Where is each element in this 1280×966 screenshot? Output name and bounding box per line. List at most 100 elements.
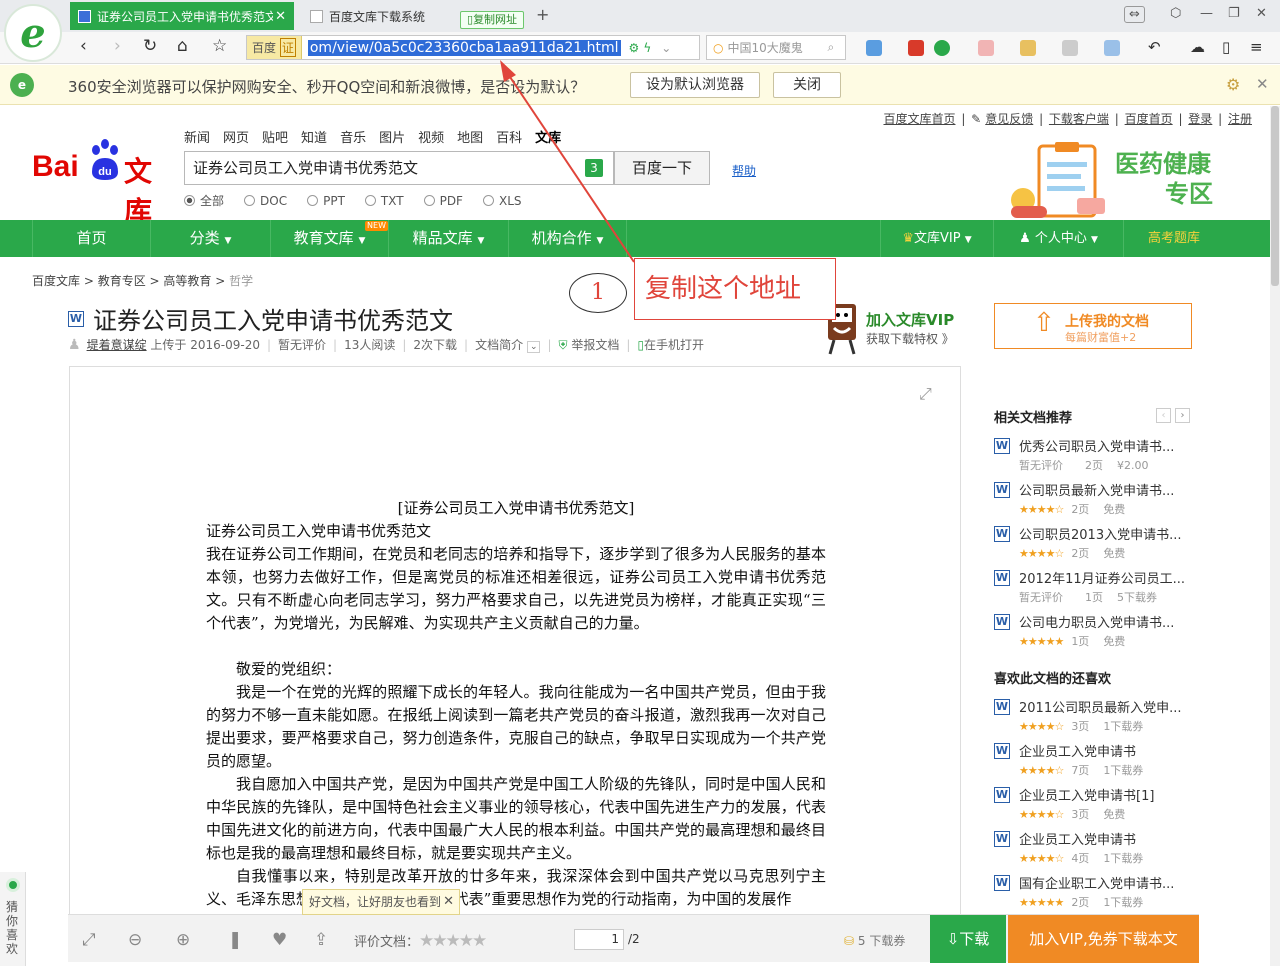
nav-wenku[interactable]: 文库	[535, 131, 561, 146]
link-download-client[interactable]: 下载客户端	[1049, 112, 1109, 126]
nav-home[interactable]: 首页	[32, 220, 151, 257]
page-number-input[interactable]: 1	[574, 929, 624, 950]
link-feedback[interactable]: 意见反馈	[985, 112, 1033, 126]
translate-icon[interactable]	[908, 40, 924, 56]
nav-personal-center[interactable]: ♟ 个人中心 ▼	[994, 220, 1124, 257]
filter-txt[interactable]: TXT	[364, 192, 404, 209]
open-on-mobile-link[interactable]: ▯在手机打开	[637, 336, 704, 353]
heart-icon[interactable]: ♥	[272, 930, 287, 950]
nav-edu-wenku[interactable]: 教育文库 ▼ NEW	[271, 220, 389, 257]
nav-zhidao[interactable]: 知道	[301, 131, 327, 146]
360-browser-logo[interactable]: e	[4, 4, 62, 62]
search-button[interactable]: 百度一下	[614, 151, 710, 185]
doc-title-link[interactable]: 2011公司职员最新入党申...	[1019, 697, 1189, 716]
nav-music[interactable]: 音乐	[340, 131, 366, 146]
bookmark-icon[interactable]: ❚	[228, 930, 242, 950]
filter-pdf[interactable]: PDF	[423, 192, 463, 209]
doc-intro-toggle[interactable]: 文档简介 ⌄	[475, 336, 541, 353]
also-like-item[interactable]: W 企业员工入党申请书[1] ★★★★☆ 3页 免费	[994, 785, 1194, 829]
rating-stars[interactable]: ★★★★★	[419, 931, 487, 951]
close-icon[interactable]: ✕	[1256, 75, 1269, 93]
related-doc-item[interactable]: W 优秀公司职员入党申请书... 暂无评价 2页 ¥2.00	[994, 436, 1194, 480]
home-icon[interactable]: ⌂	[177, 36, 188, 56]
doc-title-link[interactable]: 企业员工入党申请书	[1019, 741, 1189, 760]
chevron-right-icon[interactable]: ›	[1175, 408, 1190, 423]
filter-all[interactable]: 全部	[184, 192, 224, 209]
nav-vip[interactable]: ♛文库VIP ▼	[880, 220, 994, 257]
fullscreen-icon[interactable]: ⤢	[82, 930, 96, 950]
search-tool-icon[interactable]	[1104, 40, 1120, 56]
apps-icon[interactable]	[866, 40, 882, 56]
nav-premium-wenku[interactable]: 精品文库 ▼	[389, 220, 509, 257]
chevron-left-icon[interactable]: ‹	[1156, 408, 1171, 423]
url-text[interactable]: om/view/0a5c0c23360cba1aa911da21.html	[307, 39, 621, 56]
related-doc-item[interactable]: W 公司职员2013入党申请书... ★★★★☆ 2页 免费	[994, 524, 1194, 568]
link-wenku-home[interactable]: 百度文库首页	[883, 112, 955, 126]
set-default-button[interactable]: 设为默认浏览器	[630, 72, 760, 98]
share-icon[interactable]: ⇪	[314, 930, 328, 950]
close-window-icon[interactable]: ✕	[1256, 6, 1267, 21]
skin-icon[interactable]: ⬡	[1170, 6, 1181, 21]
nav-partnership[interactable]: 机构合作 ▼	[509, 220, 627, 257]
doc-title-link[interactable]: 2012年11月证券公司员工...	[1019, 568, 1189, 587]
browser-search-input[interactable]: ○ 中国10大魔鬼 ⌕	[706, 35, 846, 60]
screenshot-icon[interactable]	[1020, 40, 1036, 56]
compat-mode-icon[interactable]: ⇔	[1124, 6, 1145, 23]
refresh-icon[interactable]: ↻	[143, 36, 157, 56]
url-bar[interactable]: 百度 证 om/view/0a5c0c23360cba1aa911da21.ht…	[246, 35, 700, 60]
filter-ppt[interactable]: PPT	[307, 192, 345, 209]
mobile-icon[interactable]: ▯	[1222, 38, 1230, 56]
related-doc-item[interactable]: W 公司职员最新入党申请书... ★★★★☆ 2页 免费	[994, 480, 1194, 524]
close-icon[interactable]: ✕	[275, 9, 286, 24]
minimize-icon[interactable]: —	[1200, 6, 1213, 21]
shield-icon[interactable]	[934, 40, 950, 56]
doc-title-link[interactable]: 公司电力职员入党申请书...	[1019, 612, 1189, 631]
crumb-philosophy[interactable]: 哲学	[229, 274, 253, 288]
doc-title-link[interactable]: 优秀公司职员入党申请书...	[1019, 436, 1189, 455]
join-vip-promo[interactable]: 加入文库VIP 获取下载特权 》	[820, 298, 980, 358]
filter-doc[interactable]: DOC	[244, 192, 287, 209]
doc-title-link[interactable]: 企业员工入党申请书[1]	[1019, 785, 1189, 804]
close-icon[interactable]: ✕	[443, 890, 454, 914]
crumb-higher-edu[interactable]: 高等教育	[163, 274, 211, 288]
zoom-in-icon[interactable]: ⊕	[176, 930, 190, 950]
also-like-item[interactable]: W 国有企业职工入党申请书... ★★★★★ 2页 1下载券	[994, 873, 1194, 917]
link-register[interactable]: 注册	[1228, 112, 1252, 126]
author-link[interactable]: 堤着意谋绽	[87, 336, 147, 353]
new-tab-icon[interactable]: +	[536, 5, 549, 24]
filter-xls[interactable]: XLS	[482, 192, 522, 209]
gear-icon[interactable]: ⚙	[1226, 75, 1240, 94]
document-viewer[interactable]: [证券公司员工入党申请书优秀范文] 证券公司员工入党申请书优秀范文 我在证券公司…	[69, 366, 961, 926]
tab-active[interactable]: 证券公司员工入党申请书优秀范文 ✕	[70, 2, 294, 30]
nav-map[interactable]: 地图	[457, 131, 483, 146]
upload-my-doc-button[interactable]: ⇧ 上传我的文档 每篇财富值+2	[994, 303, 1192, 349]
search-input[interactable]: 证券公司员工入党申请书优秀范文 3	[184, 151, 614, 185]
join-vip-download-button[interactable]: 加入VIP,免券下载本文	[1008, 915, 1199, 963]
maximize-icon[interactable]: ❐	[1228, 6, 1240, 21]
scrollbar-thumb[interactable]	[1271, 106, 1279, 286]
nav-tieba[interactable]: 贴吧	[262, 131, 288, 146]
game-icon[interactable]	[1062, 40, 1078, 56]
page-scrollbar[interactable]	[1270, 106, 1280, 966]
nav-images[interactable]: 图片	[379, 131, 405, 146]
link-baidu-home[interactable]: 百度首页	[1125, 112, 1173, 126]
chevron-down-icon[interactable]: ⌄	[661, 41, 671, 55]
link-login[interactable]: 登录	[1188, 112, 1212, 126]
also-like-item[interactable]: W 企业员工入党申请书 ★★★★☆ 7页 1下载券	[994, 741, 1194, 785]
also-like-item[interactable]: W 2011公司职员最新入党申... ★★★★☆ 3页 1下载券	[994, 697, 1194, 741]
download-button[interactable]: ⇩下载	[930, 915, 1006, 963]
report-link[interactable]: ⛨ 举报文档	[559, 336, 620, 353]
related-doc-item[interactable]: W 2012年11月证券公司员工... 暂无评价 1页 5下载券	[994, 568, 1194, 612]
close-button[interactable]: 关闭	[773, 72, 841, 98]
baidu-wenku-logo[interactable]: Bai du 文库	[32, 138, 172, 228]
suggest-count-badge[interactable]: 3	[585, 159, 603, 177]
nav-video[interactable]: 视频	[418, 131, 444, 146]
also-like-item[interactable]: W 企业员工入党申请书 ★★★★☆ 4页 1下载券	[994, 829, 1194, 873]
nav-news[interactable]: 新闻	[184, 131, 210, 146]
help-link[interactable]: 帮助	[732, 162, 756, 179]
forward-icon[interactable]: ›	[114, 36, 121, 56]
doc-title-link[interactable]: 国有企业职工入党申请书...	[1019, 873, 1189, 892]
guess-you-like-panel[interactable]: 猜你喜欢	[0, 872, 26, 966]
crumb-wenku[interactable]: 百度文库	[32, 274, 80, 288]
fullscreen-icon[interactable]: ⤢	[919, 384, 932, 404]
